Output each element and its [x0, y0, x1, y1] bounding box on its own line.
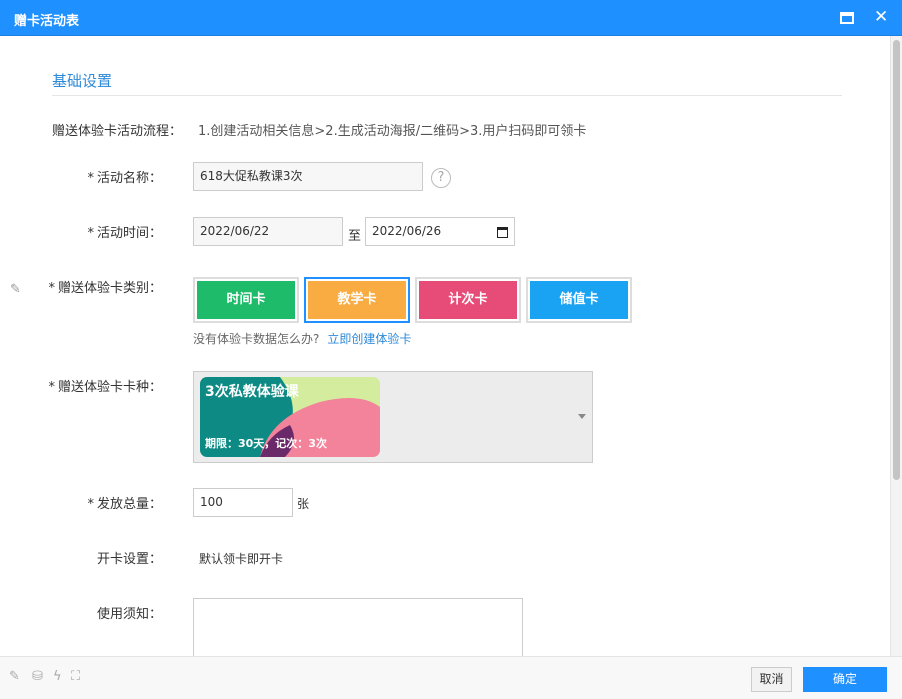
database-icon[interactable]: ⛁ — [32, 670, 43, 684]
section-title: 基础设置 — [52, 72, 113, 90]
calendar-icon[interactable] — [497, 227, 508, 238]
section-divider — [52, 95, 842, 96]
card-kind-label-text: 赠送体验卡卡种： — [57, 380, 162, 395]
close-icon[interactable]: ✕ — [874, 7, 888, 27]
card-meta: 期限：30天，记次：3次 — [205, 437, 327, 450]
flow-text: 1.创建活动相关信息>2.生成活动海报/二维码>3.用户扫码即可领卡 — [198, 124, 587, 139]
activity-name-label-text: 活动名称： — [96, 171, 162, 186]
start-date-input[interactable]: 2022/06/22 — [193, 217, 343, 246]
create-card-link[interactable]: 立即创建体验卡 — [327, 332, 411, 346]
total-unit: 张 — [297, 497, 310, 511]
activity-time-label-text: 活动时间： — [96, 226, 162, 241]
cancel-button[interactable]: 取消 — [751, 667, 792, 692]
scrollbar[interactable] — [890, 36, 902, 656]
notice-label: 使用须知： — [96, 607, 162, 622]
card-type-teaching[interactable]: 教学卡 — [304, 277, 410, 323]
total-label-text: 发放总量： — [96, 497, 162, 512]
ok-button[interactable]: 确定 — [803, 667, 887, 692]
card-type-time[interactable]: 时间卡 — [193, 277, 299, 323]
card-type-count-label: 计次卡 — [419, 281, 517, 319]
fullscreen-icon[interactable]: ⛶ — [71, 670, 80, 684]
scrollbar-thumb[interactable] — [893, 40, 900, 480]
edit-icon[interactable]: ✎ — [10, 283, 24, 297]
card-name: 3次私教体验课 — [205, 384, 299, 400]
card-kind-select[interactable]: 3次私教体验课 期限：30天，记次：3次 — [193, 371, 593, 463]
card-category-label-text: 赠送体验卡类别： — [57, 281, 162, 296]
activity-name-label: * 活动名称： — [87, 171, 162, 186]
card-kind-label: * 赠送体验卡卡种： — [48, 380, 162, 395]
card-type-stored-value-label: 储值卡 — [530, 281, 628, 319]
activity-time-label: * 活动时间： — [87, 226, 162, 241]
dialog-footer: ✎ ⛁ ϟ ⛶ 取消 确定 — [0, 656, 902, 699]
maximize-icon[interactable] — [840, 12, 854, 24]
notice-textarea[interactable] — [193, 598, 523, 656]
help-icon[interactable]: ? — [431, 168, 451, 188]
window-title: 赠卡活动表 — [14, 14, 80, 29]
card-type-time-label: 时间卡 — [197, 281, 295, 319]
card-type-teaching-label: 教学卡 — [308, 281, 406, 319]
window-titlebar: 赠卡活动表 ✕ — [0, 0, 902, 36]
total-label: * 发放总量： — [87, 497, 162, 512]
edit-icon[interactable]: ✎ — [9, 670, 20, 684]
card-thumbnail: 3次私教体验课 期限：30天，记次：3次 — [200, 377, 380, 457]
hint-text: 没有体验卡数据怎么办? 立即创建体验卡 — [193, 330, 411, 347]
flow-label: 赠送体验卡活动流程： — [52, 124, 183, 139]
total-input[interactable]: 100 — [193, 488, 293, 517]
end-date-input[interactable]: 2022/06/26 — [365, 217, 515, 246]
card-type-count[interactable]: 计次卡 — [415, 277, 521, 323]
card-category-label: * 赠送体验卡类别： — [48, 281, 162, 296]
activity-name-input[interactable]: 618大促私教课3次 — [193, 162, 423, 191]
date-separator: 至 — [348, 229, 362, 244]
form-content: 基础设置 赠送体验卡活动流程： 1.创建活动相关信息>2.生成活动海报/二维码>… — [0, 36, 890, 656]
open-setting-value: 默认领卡即开卡 — [199, 552, 284, 566]
hint-question: 没有体验卡数据怎么办? — [193, 332, 320, 346]
lightning-icon[interactable]: ϟ — [53, 670, 62, 684]
card-type-stored-value[interactable]: 储值卡 — [526, 277, 632, 323]
chevron-down-icon — [578, 414, 586, 419]
open-setting-label: 开卡设置： — [96, 552, 162, 567]
